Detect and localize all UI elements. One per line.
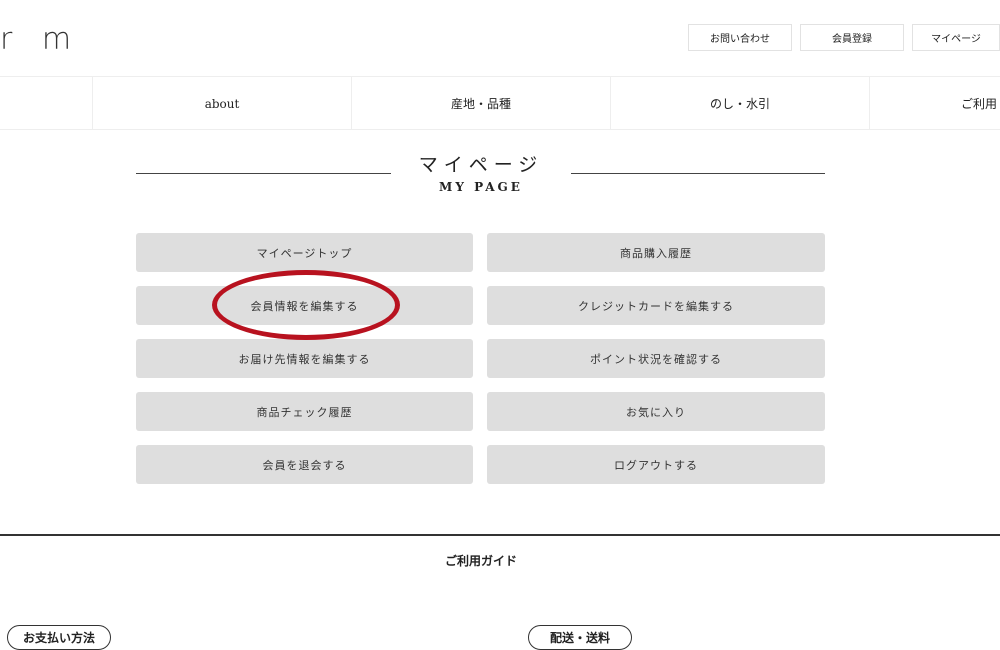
highlight-circle <box>212 270 400 340</box>
register-button[interactable]: 会員登録 <box>800 24 904 51</box>
nav-guide[interactable]: ご利用 <box>869 77 1000 130</box>
edit-delivery-button[interactable]: お届け先情報を編集する <box>136 339 473 378</box>
checked-history-button[interactable]: 商品チェック履歴 <box>136 392 473 431</box>
nav-noshi[interactable]: のし・水引 <box>610 77 869 130</box>
mypage-top-button[interactable]: マイページトップ <box>136 233 473 272</box>
mypage-button[interactable]: マイページ <box>912 24 1000 51</box>
purchase-history-button[interactable]: 商品購入履歴 <box>487 233 825 272</box>
contact-button[interactable]: お問い合わせ <box>688 24 792 51</box>
payment-method-link[interactable]: お支払い方法 <box>7 625 111 650</box>
logout-button[interactable]: ログアウトする <box>487 445 825 484</box>
points-button[interactable]: ポイント状況を確認する <box>487 339 825 378</box>
logo[interactable]: r m <box>0 22 81 57</box>
page-title: マイページ <box>418 154 544 176</box>
favorites-button[interactable]: お気に入り <box>487 392 825 431</box>
nav-about[interactable]: about <box>92 77 351 130</box>
nav-origin[interactable]: 産地・品種 <box>351 77 610 130</box>
shipping-link[interactable]: 配送・送料 <box>528 625 632 650</box>
main-nav: about 産地・品種 のし・水引 ご利用 <box>0 76 1000 130</box>
edit-credit-card-button[interactable]: クレジットカードを編集する <box>487 286 825 325</box>
guide-title: ご利用ガイド <box>444 554 517 568</box>
withdraw-button[interactable]: 会員を退会する <box>136 445 473 484</box>
footer-divider <box>0 534 1000 536</box>
page-subtitle: MY PAGE <box>439 180 523 194</box>
